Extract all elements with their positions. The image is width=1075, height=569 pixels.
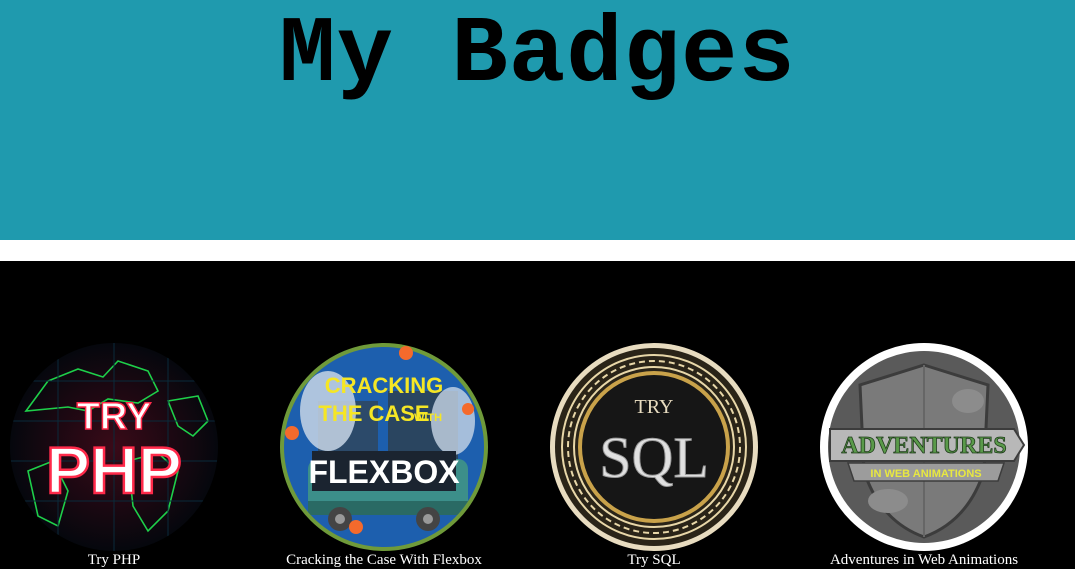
web-animations-art-line1: ADVENTURES — [841, 433, 1006, 459]
flexbox-art-line2: THE CASE — [318, 401, 429, 426]
flexbox-art-line1: CRACKING — [325, 373, 444, 398]
try-php-art-line2: PHP — [46, 433, 182, 507]
flexbox-badge-image[interactable]: CRACKING THE CASE WITH FLEXBOX — [278, 341, 490, 553]
badge-caption[interactable]: Cracking the Case With Flexbox — [264, 551, 504, 569]
badge-cracking-the-case-flexbox[interactable]: CRACKING THE CASE WITH FLEXBOX Cracking … — [264, 341, 504, 569]
try-sql-art-line2: SQL — [599, 425, 709, 490]
badge-caption[interactable]: Adventures in Web Animations — [804, 551, 1044, 569]
badges-section: TRY PHP Try PHP CRACKING THE CASE WITH F… — [0, 261, 1075, 569]
flexbox-art-line4: FLEXBOX — [308, 454, 460, 490]
try-sql-art-line1: TRY — [635, 396, 674, 418]
flexbox-art-line3: WITH — [414, 412, 442, 424]
badge-try-sql[interactable]: TRY SQL Try SQL — [534, 341, 774, 569]
try-php-badge-image[interactable]: TRY PHP — [8, 341, 220, 553]
badge-caption[interactable]: Try SQL — [534, 551, 774, 569]
badge-adventures-web-animations[interactable]: ADVENTURES IN WEB ANIMATIONS Adventures … — [804, 341, 1044, 569]
web-animations-art-line2: IN WEB ANIMATIONS — [870, 468, 981, 480]
badge-caption[interactable]: Try PHP — [0, 551, 234, 569]
page-header: My Badges — [0, 0, 1075, 240]
badge-try-php[interactable]: TRY PHP Try PHP — [0, 341, 234, 569]
web-animations-badge-image[interactable]: ADVENTURES IN WEB ANIMATIONS — [818, 341, 1030, 553]
try-php-art-line1: TRY — [77, 396, 152, 438]
try-sql-badge-image[interactable]: TRY SQL — [548, 341, 760, 553]
page-title: My Badges — [279, 3, 796, 109]
